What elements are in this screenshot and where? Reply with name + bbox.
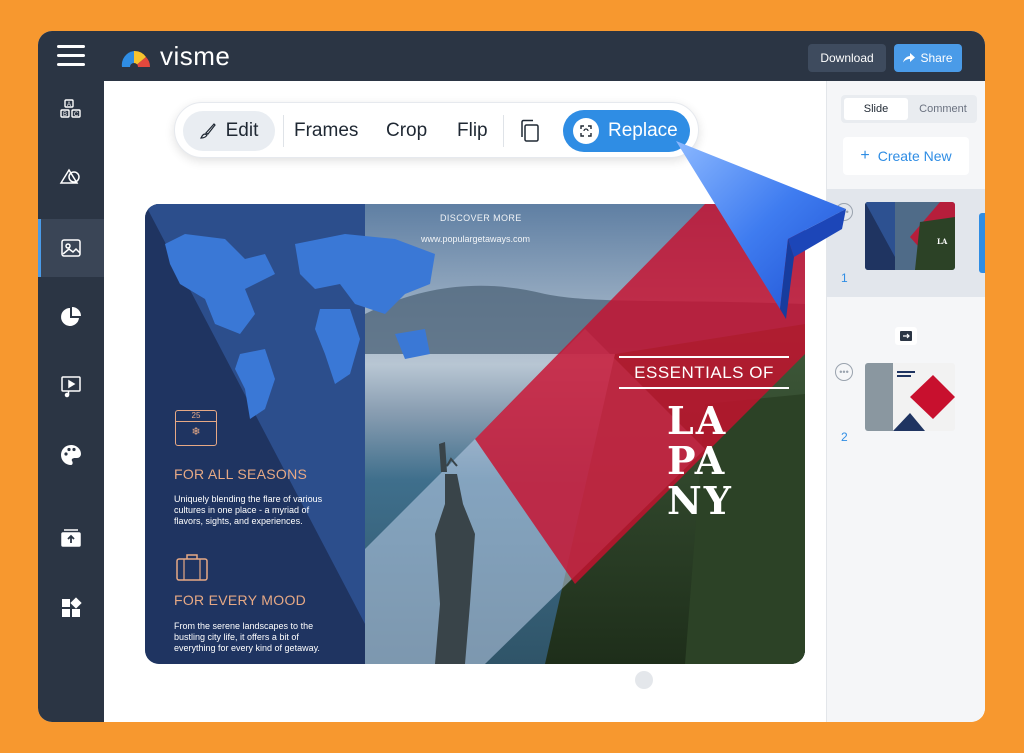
slide-thumbnail[interactable]: LA — [865, 202, 955, 270]
svg-text:B: B — [63, 112, 67, 118]
slide-url-text[interactable]: www.populargetaways.com — [421, 234, 530, 244]
slide-thumbnail-row[interactable]: ••• 1 LA — [827, 189, 985, 297]
svg-text:LA: LA — [937, 237, 948, 246]
replace-icon — [573, 118, 599, 144]
slide-discover-text[interactable]: DISCOVER MORE — [440, 213, 522, 223]
visme-logo[interactable]: visme — [120, 41, 230, 72]
media-icon[interactable] — [38, 357, 104, 415]
edit-label: Edit — [225, 120, 259, 141]
slide-body-mood[interactable]: From the serene landscapes to the bustli… — [174, 621, 324, 654]
left-sidebar: AB C — [38, 31, 104, 722]
edit-button[interactable]: Edit — [183, 111, 275, 151]
tab-slide[interactable]: Slide — [844, 98, 908, 120]
svg-text:A: A — [67, 102, 71, 108]
create-new-button[interactable]: + Create New — [843, 137, 969, 175]
slide-heading-mood[interactable]: FOR EVERY MOOD — [174, 592, 306, 608]
toolbar-divider — [503, 115, 504, 147]
text-blocks-icon[interactable]: AB C — [38, 81, 104, 139]
create-new-label: Create New — [877, 148, 952, 164]
crop-button[interactable]: Crop — [386, 111, 427, 151]
slide-thumbnail-row[interactable]: ••• 2 — [827, 361, 985, 461]
replace-label: Replace — [608, 120, 678, 141]
image-toolbar: Edit Frames Crop Flip Replace — [174, 102, 699, 158]
colors-icon[interactable] — [38, 426, 104, 484]
download-button[interactable]: Download — [808, 44, 886, 72]
slide-title-line1[interactable]: LA — [667, 401, 727, 441]
share-button[interactable]: Share — [894, 44, 962, 72]
selected-slide-indicator — [979, 213, 985, 273]
flip-button[interactable]: Flip — [457, 111, 488, 151]
apps-icon[interactable] — [38, 579, 104, 637]
visme-logo-icon — [121, 50, 151, 69]
slide-title-line2[interactable]: PA — [667, 441, 726, 481]
slide-body-seasons[interactable]: Uniquely blending the flare of various c… — [174, 494, 324, 527]
calendar-icon: 25 ❄ — [175, 410, 217, 446]
brush-icon — [199, 123, 216, 139]
share-label: Share — [920, 51, 953, 65]
share-icon — [903, 53, 916, 63]
slide-heading-seasons[interactable]: FOR ALL SEASONS — [174, 466, 307, 482]
pointer-cursor-icon — [676, 141, 846, 319]
more-options-icon[interactable]: ••• — [835, 363, 853, 381]
slide-essentials-text[interactable]: ESSENTIALS OF — [619, 356, 789, 389]
shapes-icon[interactable] — [38, 150, 104, 208]
rotate-handle[interactable] — [635, 671, 653, 689]
transition-icon[interactable] — [895, 327, 917, 345]
charts-icon[interactable] — [38, 288, 104, 346]
tab-comment[interactable]: Comment — [911, 98, 975, 120]
duplicate-button[interactable] — [519, 111, 541, 151]
slide-thumbnail[interactable] — [865, 363, 955, 431]
app-window: ABC visme Download Share Edit Frames Cro… — [38, 31, 985, 722]
duplicate-icon — [521, 119, 539, 142]
images-icon[interactable] — [38, 219, 104, 277]
panel-tabs: Slide Comment — [841, 95, 977, 123]
svg-text:C: C — [74, 112, 79, 118]
toolbar-divider — [283, 115, 284, 147]
slide-number: 2 — [841, 430, 848, 444]
logo-text: visme — [160, 41, 231, 71]
frames-button[interactable]: Frames — [294, 111, 358, 151]
plus-icon: + — [860, 147, 870, 164]
hamburger-menu-icon[interactable] — [57, 45, 85, 67]
slide-title-line3[interactable]: NY — [667, 481, 733, 521]
calendar-number: 25 — [176, 411, 216, 422]
suitcase-icon — [175, 552, 209, 581]
uploads-icon[interactable] — [38, 508, 104, 566]
